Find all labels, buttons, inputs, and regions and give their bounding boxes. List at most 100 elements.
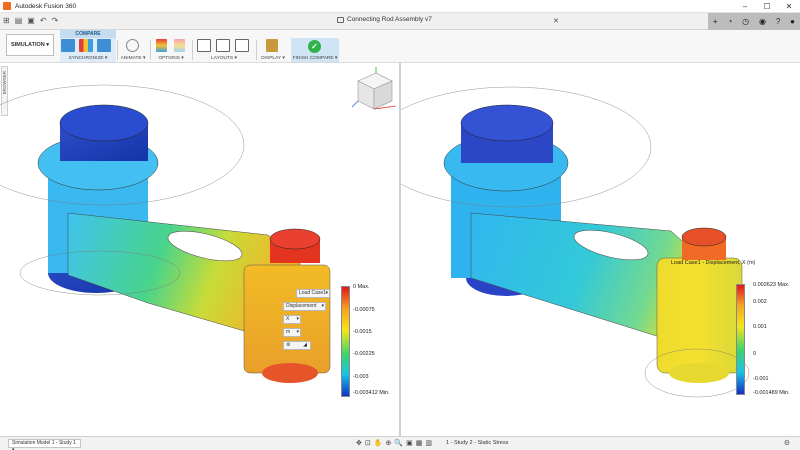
- finish-compare-check-icon[interactable]: ✓: [308, 40, 321, 53]
- left-legend-tick: -0.003: [353, 374, 369, 380]
- display-icon[interactable]: [266, 39, 278, 52]
- document-tab[interactable]: Connecting Rod Assembly v7: [337, 16, 432, 23]
- display-label[interactable]: DISPLAY ▾: [258, 56, 288, 61]
- load-case-select[interactable]: Load Case1 ▾: [296, 289, 330, 298]
- right-legend-tick: 0.002: [753, 299, 767, 305]
- sync-camera-icon[interactable]: [97, 39, 111, 52]
- left-legend-tick: -0.003412 Min.: [353, 390, 390, 396]
- chevron-down-icon: ▾: [325, 290, 328, 296]
- options-group: OPTIONS ▾: [152, 38, 190, 62]
- maximize-button[interactable]: ☐: [756, 0, 778, 13]
- quick-access-toolbar: ⊞ ▤ ▣ ↶ ↷ Connecting Rod Assembly v7 ✕: [0, 13, 800, 30]
- minimize-button[interactable]: –: [734, 0, 756, 13]
- big-end-cap-top: [460, 104, 554, 142]
- ribbon-divider: [256, 40, 257, 60]
- display-settings-icon[interactable]: ▣: [406, 439, 413, 448]
- undo-icon[interactable]: ↶: [40, 16, 47, 26]
- result-type-select[interactable]: Displacement ▾: [283, 302, 326, 311]
- ribbon-divider: [192, 40, 193, 60]
- layout-stacked-icon[interactable]: [216, 39, 230, 52]
- animate-label[interactable]: ANIMATE ▾: [118, 56, 148, 61]
- small-end-cap-top: [681, 227, 727, 247]
- small-end-body: [656, 257, 743, 374]
- left-legend-bar: [341, 286, 350, 397]
- chevron-down-icon: ▾: [321, 303, 324, 309]
- close-button[interactable]: ✕: [778, 0, 800, 13]
- layout-quad-icon[interactable]: [235, 39, 249, 52]
- workspace-switcher[interactable]: SIMULATION ▾: [6, 34, 54, 56]
- left-legend-tick: -0.0015: [353, 329, 372, 335]
- look-at-icon[interactable]: ⊡: [365, 439, 371, 448]
- right-legend-title: Load Case1 - Displacement, X (m): [671, 260, 756, 266]
- settings-icon[interactable]: ⚙: [784, 439, 790, 447]
- options-label[interactable]: OPTIONS ▾: [152, 56, 190, 61]
- bottom-bar: Simulation Model 1 - Study 1 ▾ ✥ ⊡ ✋ ⊕ 🔍…: [0, 436, 800, 450]
- small-end-bottom: [262, 363, 318, 383]
- close-tab-icon[interactable]: ✕: [553, 17, 559, 25]
- finish-compare-label[interactable]: FINISH COMPARE ▾: [291, 56, 339, 61]
- viewports-icon[interactable]: ▥: [425, 439, 432, 448]
- simulation-model-select[interactable]: Simulation Model 1 - Study 1 ▾: [8, 439, 81, 450]
- job-status-icon[interactable]: ◷: [742, 17, 749, 26]
- ribbon-divider: [150, 40, 151, 60]
- zoom-window-icon[interactable]: ⊕: [385, 439, 391, 448]
- synchronize-label[interactable]: SYNCHRONIZE ▾: [60, 56, 116, 61]
- fusion-window: Autodesk Fusion 360 – ☐ ✕ ⊞ ▤ ▣ ↶ ↷ Conn…: [0, 0, 800, 450]
- layouts-label[interactable]: LAYOUTS ▾: [194, 56, 254, 61]
- display-group: DISPLAY ▾: [258, 38, 288, 62]
- left-legend-tick: -0.00075: [353, 307, 375, 313]
- right-legend-tick: -0.001: [753, 376, 769, 382]
- animate-group: ANIMATE ▾: [118, 38, 148, 62]
- view-cube[interactable]: [351, 67, 397, 110]
- redo-icon[interactable]: ↷: [52, 16, 59, 26]
- big-end-cap-top: [59, 104, 149, 142]
- tab-compare[interactable]: COMPARE: [60, 30, 116, 38]
- animate-icon[interactable]: [126, 39, 139, 52]
- legend-options-icon[interactable]: [156, 39, 167, 52]
- legend-settings-bar[interactable]: ⚙ ◢: [283, 341, 311, 350]
- notifications-icon[interactable]: ◉: [759, 17, 766, 26]
- pan-icon[interactable]: ✋: [374, 439, 383, 448]
- left-model-view[interactable]: [0, 63, 399, 436]
- result-options-icon[interactable]: [174, 39, 185, 52]
- right-legend-tick: -0.001489 Min.: [753, 390, 790, 396]
- left-legend-tick: 0 Max.: [353, 284, 370, 290]
- save-icon[interactable]: ▣: [27, 16, 35, 26]
- sync-views-icon[interactable]: [61, 39, 75, 52]
- extensions-icon[interactable]: ◔: [727, 17, 732, 26]
- file-menu-icon[interactable]: ▤: [15, 16, 23, 26]
- settings-gear-icon[interactable]: ⚙: [286, 342, 290, 348]
- legend-scale-icon[interactable]: ◢: [303, 342, 307, 349]
- synchronize-group: SYNCHRONIZE ▾: [60, 38, 116, 62]
- right-legend-tick: 0: [753, 351, 757, 357]
- left-legend-tick: -0.00225: [353, 351, 375, 357]
- right-legend-tick: 0.001: [753, 324, 767, 330]
- layout-side-by-side-icon[interactable]: [197, 39, 211, 52]
- component-select[interactable]: X ▾: [283, 315, 301, 324]
- title-bar: Autodesk Fusion 360 – ☐ ✕: [0, 0, 800, 13]
- orbit-icon[interactable]: ✥: [356, 439, 362, 448]
- new-tab-icon[interactable]: +: [713, 17, 718, 26]
- navigation-toolbar: ✥ ⊡ ✋ ⊕ 🔍 ▣ ▦ ▥: [356, 439, 432, 448]
- window-controls: – ☐ ✕: [734, 0, 800, 13]
- data-panel-icon[interactable]: ⊞: [3, 16, 10, 26]
- grid-icon[interactable]: ▦: [416, 439, 423, 448]
- load-case-value: Load Case1: [299, 290, 326, 296]
- document-name: Connecting Rod Assembly v7: [347, 16, 432, 23]
- small-end-bottom: [669, 363, 729, 383]
- study-label: 1 - Study 2 - Static Stress: [446, 440, 509, 446]
- component-value: X: [286, 316, 290, 322]
- help-icon[interactable]: ?: [776, 17, 780, 26]
- sync-legend-icon[interactable]: [79, 39, 93, 52]
- right-legend-tick: 0.002623 Max.: [753, 282, 790, 288]
- document-icon: [337, 16, 344, 23]
- ribbon: SIMULATION ▾ COMPARE SYNCHRONIZE ▾ ANIMA…: [0, 30, 800, 63]
- finish-compare-panel: ✓ FINISH COMPARE ▾: [291, 38, 339, 62]
- unit-select[interactable]: m ▾: [283, 328, 301, 337]
- fusion-logo-icon: [3, 2, 11, 10]
- right-legend-bar: [736, 284, 745, 395]
- zoom-icon[interactable]: 🔍: [394, 439, 403, 448]
- account-icon[interactable]: ●: [790, 17, 795, 26]
- chevron-down-icon: ▾: [296, 316, 299, 322]
- result-type-value: Displacement: [286, 303, 317, 309]
